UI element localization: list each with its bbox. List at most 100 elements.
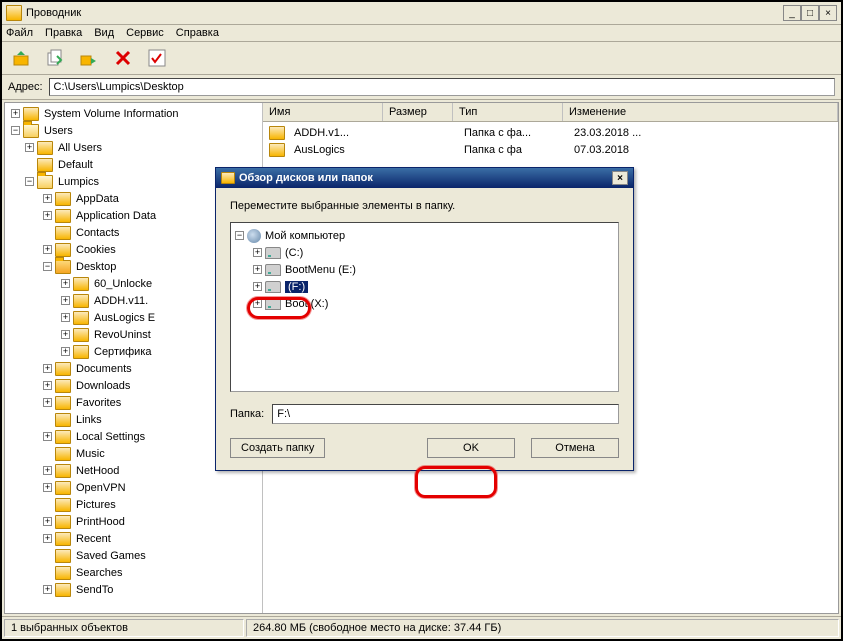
expander-icon[interactable]: + (43, 534, 52, 543)
expander-icon[interactable]: + (43, 517, 52, 526)
col-name[interactable]: Имя (263, 103, 383, 121)
expander-icon[interactable]: − (25, 177, 34, 186)
tree-item[interactable]: RevoUninst (92, 329, 153, 341)
menu-view[interactable]: Вид (94, 27, 114, 39)
copy-button[interactable] (42, 45, 68, 71)
tree-item[interactable]: Cookies (74, 244, 118, 256)
tree-drive-f-selected[interactable]: (F:) (285, 281, 308, 293)
tree-my-computer[interactable]: Мой компьютер (265, 230, 345, 242)
check-button[interactable] (144, 45, 170, 71)
up-button[interactable] (8, 45, 34, 71)
tree-item[interactable]: System Volume Information (42, 108, 181, 120)
dialog-folder-tree[interactable]: − Мой компьютер + (C:) + BootMenu (E:) + (F:… (230, 222, 619, 392)
tree-item[interactable]: Favorites (74, 397, 123, 409)
expander-icon[interactable]: + (25, 143, 34, 152)
tree-item[interactable]: All Users (56, 142, 104, 154)
expander-icon[interactable]: + (61, 279, 70, 288)
folder-icon (23, 124, 39, 138)
dialog-close-button[interactable]: × (612, 171, 628, 185)
folder-icon (55, 566, 71, 580)
tree-item[interactable]: Сертифика (92, 346, 154, 358)
tree-item[interactable]: Music (74, 448, 107, 460)
tree-item[interactable]: 60_Unlocke (92, 278, 154, 290)
tree-item-desktop[interactable]: Desktop (74, 261, 118, 273)
expander-icon[interactable]: + (61, 313, 70, 322)
menu-service[interactable]: Сервис (126, 27, 164, 39)
expander-icon[interactable]: + (43, 466, 52, 475)
toolbar (2, 42, 841, 75)
tree-item[interactable]: Downloads (74, 380, 132, 392)
expander-icon[interactable]: + (43, 585, 52, 594)
folder-icon (23, 107, 39, 121)
tree-item[interactable]: ADDH.v11. (92, 295, 150, 307)
expander-icon[interactable]: − (11, 126, 20, 135)
tree-item-lumpics[interactable]: Lumpics (56, 176, 101, 188)
folder-icon (55, 532, 71, 546)
tree-item[interactable]: Contacts (74, 227, 121, 239)
address-input[interactable] (49, 78, 835, 96)
tree-item[interactable]: NetHood (74, 465, 121, 477)
folder-icon (73, 311, 89, 325)
dialog-path-label: Папка: (230, 408, 264, 420)
delete-button[interactable] (110, 45, 136, 71)
dialog-path-input[interactable] (272, 404, 619, 424)
computer-icon (247, 229, 261, 243)
expander-icon[interactable]: − (235, 231, 244, 240)
minimize-button[interactable]: _ (783, 5, 801, 21)
tree-item[interactable]: Documents (74, 363, 134, 375)
expander-icon[interactable]: − (43, 262, 52, 271)
tree-item[interactable]: AusLogics E (92, 312, 157, 324)
tree-drive-e[interactable]: BootMenu (E:) (285, 264, 356, 276)
tree-item[interactable]: PrintHood (74, 516, 127, 528)
tree-item-users[interactable]: Users (42, 125, 75, 137)
ok-button[interactable]: OK (427, 438, 515, 458)
expander-icon[interactable]: + (43, 483, 52, 492)
folder-icon (73, 345, 89, 359)
tree-item[interactable]: Application Data (74, 210, 158, 222)
expander-icon[interactable]: + (61, 347, 70, 356)
expander-icon[interactable]: + (61, 296, 70, 305)
expander-icon[interactable]: + (43, 381, 52, 390)
menu-help[interactable]: Справка (176, 27, 219, 39)
expander-icon[interactable]: + (11, 109, 20, 118)
tree-item[interactable]: OpenVPN (74, 482, 128, 494)
tree-drive-c[interactable]: (C:) (285, 247, 303, 259)
tree-item[interactable]: SendTo (74, 584, 115, 596)
menu-edit[interactable]: Правка (45, 27, 82, 39)
list-item[interactable]: ADDH.v1... Папка с фа... 23.03.2018 ... (265, 124, 836, 141)
tree-item[interactable]: Default (56, 159, 95, 171)
expander-icon[interactable]: + (43, 432, 52, 441)
tree-item[interactable]: Saved Games (74, 550, 148, 562)
expander-icon[interactable]: + (43, 194, 52, 203)
col-modified[interactable]: Изменение (563, 103, 838, 121)
tree-item[interactable]: AppData (74, 193, 121, 205)
expander-icon[interactable]: + (43, 245, 52, 254)
col-type[interactable]: Тип (453, 103, 563, 121)
expander-icon[interactable]: + (61, 330, 70, 339)
maximize-button[interactable]: □ (801, 5, 819, 21)
expander-icon[interactable]: + (43, 364, 52, 373)
tree-item[interactable]: Links (74, 414, 104, 426)
tree-item[interactable]: Pictures (74, 499, 118, 511)
expander-icon[interactable]: + (43, 398, 52, 407)
dialog-titlebar: Обзор дисков или папок × (216, 168, 633, 188)
expander-icon[interactable]: + (253, 282, 262, 291)
dialog-icon (221, 172, 235, 184)
tree-drive-x[interactable]: Boot (X:) (285, 298, 328, 310)
expander-icon[interactable]: + (253, 299, 262, 308)
create-folder-button[interactable]: Создать папку (230, 438, 325, 458)
drive-icon (265, 298, 281, 310)
tree-item[interactable]: Searches (74, 567, 124, 579)
col-size[interactable]: Размер (383, 103, 453, 121)
menu-file[interactable]: Файл (6, 27, 33, 39)
folder-icon (73, 294, 89, 308)
move-button[interactable] (76, 45, 102, 71)
expander-icon[interactable]: + (43, 211, 52, 220)
tree-item[interactable]: Recent (74, 533, 113, 545)
expander-icon[interactable]: + (253, 248, 262, 257)
list-item[interactable]: AusLogics Папка с фа 07.03.2018 (265, 141, 836, 158)
tree-item[interactable]: Local Settings (74, 431, 147, 443)
close-button[interactable]: × (819, 5, 837, 21)
expander-icon[interactable]: + (253, 265, 262, 274)
cancel-button[interactable]: Отмена (531, 438, 619, 458)
